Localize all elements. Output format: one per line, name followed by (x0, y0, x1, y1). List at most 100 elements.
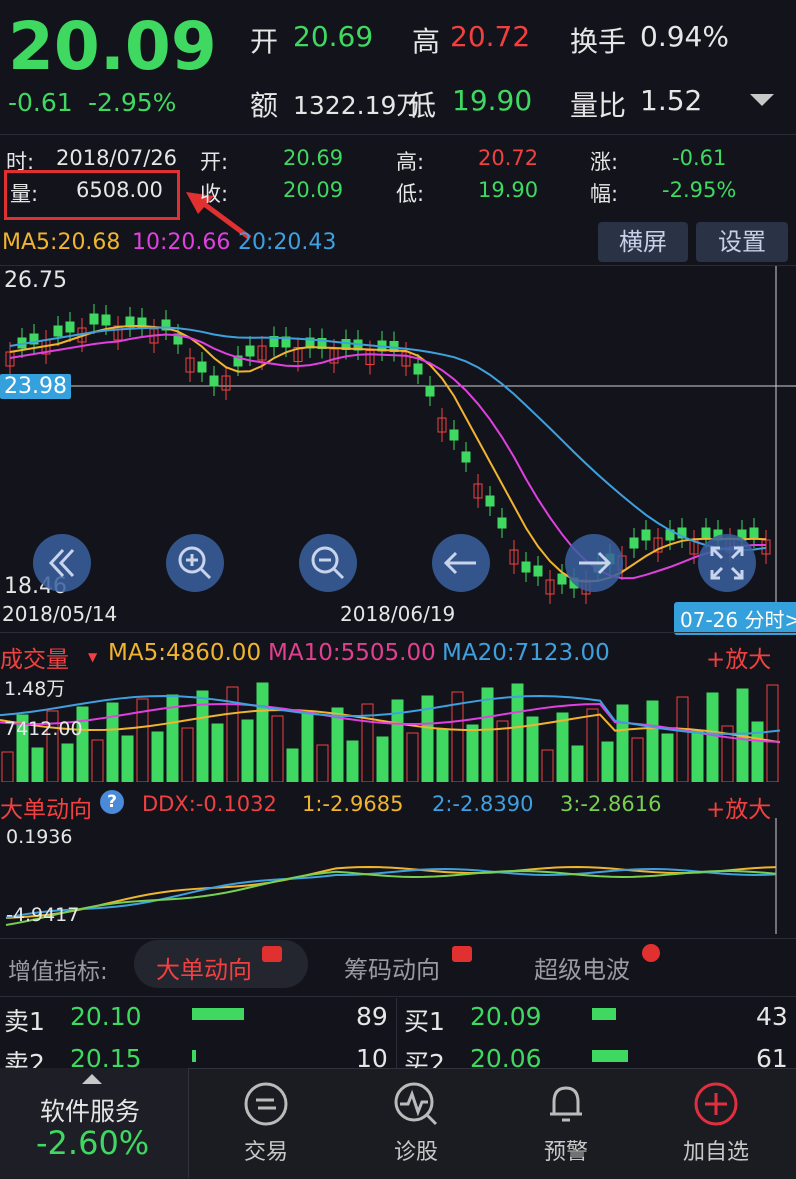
expand-chevron-icon[interactable] (750, 94, 774, 106)
volume-bar (331, 707, 344, 782)
volume-bar (61, 743, 74, 782)
service-up-arrow-icon (82, 1074, 102, 1084)
candle (641, 529, 651, 541)
kline-chart[interactable] (0, 266, 796, 628)
timeshare-tag[interactable]: 07-26 分时> (674, 602, 796, 635)
open-value: 20.69 (293, 20, 374, 53)
ma-line (9, 325, 767, 583)
volume-bar (1, 751, 14, 782)
sell1-price: 20.10 (70, 1002, 142, 1031)
ddx-y-bottom: -4.9417 (6, 904, 80, 926)
turnover-label: 换手 (570, 25, 627, 58)
ddx-help-icon[interactable]: ? (100, 790, 124, 814)
detail-chg-value: -0.61 (672, 146, 727, 170)
scroll-left-fast-icon[interactable] (33, 534, 91, 592)
volume-bar (151, 731, 164, 782)
volume-bar (406, 732, 419, 782)
volume-bar (766, 684, 779, 782)
volume-bar (106, 702, 119, 782)
sell1-label: 卖1 (4, 1007, 45, 1036)
volume-bar (346, 740, 359, 782)
volume-y-mid: 7412.00 (4, 718, 83, 740)
detail-high-label: 高: (396, 150, 425, 174)
volume-chart (0, 682, 781, 782)
service-value: -2.60% (36, 1124, 150, 1162)
zoom-in-icon[interactable] (166, 534, 224, 592)
candle (521, 561, 531, 573)
amount-label: 额 (250, 89, 279, 122)
diagnose-button[interactable]: 诊股 (366, 1080, 466, 1166)
divider (0, 996, 796, 997)
tab-big-order-label[interactable]: 大单动向 (156, 950, 252, 985)
sell1-qty: 89 (356, 1002, 388, 1031)
settings-button[interactable]: 设置 (696, 222, 788, 262)
candle (65, 321, 75, 333)
vol-ratio-value: 1.52 (640, 84, 703, 117)
candle (101, 314, 111, 326)
candle (89, 313, 99, 325)
volume-bar (481, 687, 494, 782)
price-change-pct: -2.95% (88, 88, 177, 117)
ddx-series-1: 1:-2.9685 (302, 792, 404, 816)
fullscreen-icon[interactable] (698, 534, 756, 592)
volume-bar (316, 744, 329, 782)
crosshair-price-tag: 23.98 (0, 374, 71, 399)
tab-badge-icon (452, 946, 472, 962)
divider (0, 938, 796, 939)
zoom-out-icon[interactable] (299, 534, 357, 592)
candle (461, 451, 471, 463)
add-watchlist-button[interactable]: 加自选 (666, 1080, 766, 1166)
volume-bar (571, 745, 584, 782)
arrow-left-icon[interactable] (432, 534, 490, 592)
plus-circle-icon (694, 1082, 738, 1126)
volume-zoom-button[interactable]: +放大 (706, 640, 771, 674)
arrow-right-icon[interactable] (565, 534, 623, 592)
candle (245, 345, 255, 357)
tab-badge-icon (262, 946, 282, 962)
volume-y-top: 1.48万 (4, 678, 66, 700)
tab-badge-icon (642, 944, 660, 962)
volume-bar (271, 715, 284, 782)
tab-chip-flow[interactable]: 筹码动向 (344, 950, 440, 985)
candle (53, 325, 63, 337)
ddx-series-3: 3:-2.8616 (560, 792, 662, 816)
volume-bar (676, 696, 689, 782)
service-label[interactable]: 软件服务 (40, 1092, 140, 1128)
divider (0, 632, 796, 633)
bell-icon (550, 1086, 582, 1122)
volume-bar (241, 719, 254, 782)
vol-ratio-label: 量比 (570, 89, 627, 122)
volume-dropdown-icon[interactable]: ▼ (88, 650, 97, 664)
alert-button[interactable]: 预警 (516, 1080, 616, 1166)
buy1-price: 20.09 (470, 1002, 542, 1031)
volume-bar (31, 747, 44, 782)
landscape-button[interactable]: 横屏 (598, 222, 688, 262)
volume-bar (616, 704, 629, 782)
volume-bar (646, 700, 659, 782)
tab-super-wave[interactable]: 超级电波 (534, 950, 630, 985)
candle (209, 375, 219, 387)
candle (425, 385, 435, 397)
volume-bar (376, 736, 389, 782)
detail-open-label: 开: (200, 150, 229, 174)
volume-bar (586, 708, 599, 782)
buy2-bar (592, 1050, 628, 1062)
volume-bar (436, 728, 449, 782)
volume-bar (121, 735, 134, 782)
detail-chg-label: 涨: (590, 150, 619, 174)
kchart-y-top: 26.75 (4, 268, 67, 293)
candle (533, 565, 543, 577)
candle (413, 363, 423, 375)
indicator-label: 增值指标: (8, 959, 108, 985)
alert-label: 预警 (543, 1140, 588, 1165)
divider (0, 134, 796, 135)
volume-bar (301, 711, 314, 782)
buy1-qty: 43 (756, 1002, 788, 1031)
buy1-label: 买1 (404, 1007, 445, 1036)
volume-title[interactable]: 成交量 (0, 640, 69, 674)
trade-button[interactable]: 交易 (216, 1080, 316, 1166)
ddx-chart (5, 818, 777, 934)
trade-label: 交易 (243, 1140, 288, 1165)
sell1-bar (192, 1008, 244, 1020)
detail-close-value: 20.09 (283, 178, 344, 202)
